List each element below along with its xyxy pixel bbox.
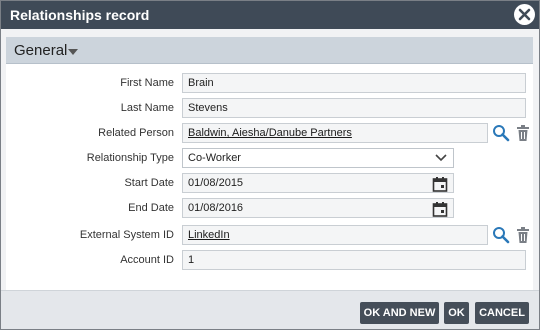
dialog-titlebar: Relationships record bbox=[1, 1, 539, 29]
ok-button[interactable]: OK bbox=[444, 302, 469, 324]
first-name-field[interactable]: Brain bbox=[182, 73, 526, 93]
related-person-link[interactable]: Baldwin, Aiesha/Danube Partners bbox=[182, 123, 488, 143]
close-icon bbox=[518, 8, 531, 21]
section-header-general[interactable]: General bbox=[6, 37, 533, 64]
relationship-type-label: Relationship Type bbox=[86, 152, 174, 164]
trash-icon bbox=[517, 125, 529, 141]
search-icon bbox=[493, 227, 510, 244]
related-person-search-button[interactable] bbox=[492, 124, 510, 142]
related-person-label: Related Person bbox=[98, 127, 174, 139]
calendar-icon[interactable] bbox=[432, 176, 448, 192]
chevron-down-icon bbox=[435, 154, 447, 162]
trash-icon bbox=[517, 227, 529, 243]
end-date-label: End Date bbox=[128, 202, 174, 214]
end-date-field[interactable]: 01/08/2016 bbox=[182, 198, 454, 218]
search-icon bbox=[493, 125, 510, 142]
first-name-label: First Name bbox=[120, 77, 174, 89]
cancel-button[interactable]: CANCEL bbox=[475, 302, 529, 324]
start-date-value: 01/08/2015 bbox=[188, 177, 244, 189]
relationship-type-value: Co-Worker bbox=[188, 152, 241, 164]
account-id-field[interactable]: 1 bbox=[182, 250, 526, 270]
relationship-type-select[interactable]: Co-Worker bbox=[182, 148, 454, 168]
relationships-dialog: Relationships record General First Name … bbox=[0, 0, 540, 330]
calendar-icon[interactable] bbox=[432, 201, 448, 217]
start-date-field[interactable]: 01/08/2015 bbox=[182, 173, 454, 193]
start-date-label: Start Date bbox=[124, 177, 174, 189]
dialog-footer: OK AND NEW OK CANCEL bbox=[1, 290, 539, 329]
section-title: General bbox=[14, 42, 68, 59]
end-date-value: 01/08/2016 bbox=[188, 202, 244, 214]
dialog-title: Relationships record bbox=[10, 7, 150, 23]
account-id-label: Account ID bbox=[120, 254, 174, 266]
external-system-id-search-button[interactable] bbox=[492, 226, 510, 244]
general-form: First Name Brain Last Name Stevens Relat… bbox=[6, 64, 533, 290]
caret-down-icon bbox=[68, 49, 78, 55]
related-person-delete-button[interactable] bbox=[514, 124, 532, 142]
close-button[interactable] bbox=[514, 4, 535, 25]
last-name-label: Last Name bbox=[120, 102, 174, 114]
external-system-id-delete-button[interactable] bbox=[514, 226, 532, 244]
ok-and-new-button[interactable]: OK AND NEW bbox=[360, 302, 439, 324]
last-name-field[interactable]: Stevens bbox=[182, 98, 526, 118]
external-system-id-label: External System ID bbox=[79, 229, 174, 241]
external-system-id-link[interactable]: LinkedIn bbox=[182, 225, 488, 245]
